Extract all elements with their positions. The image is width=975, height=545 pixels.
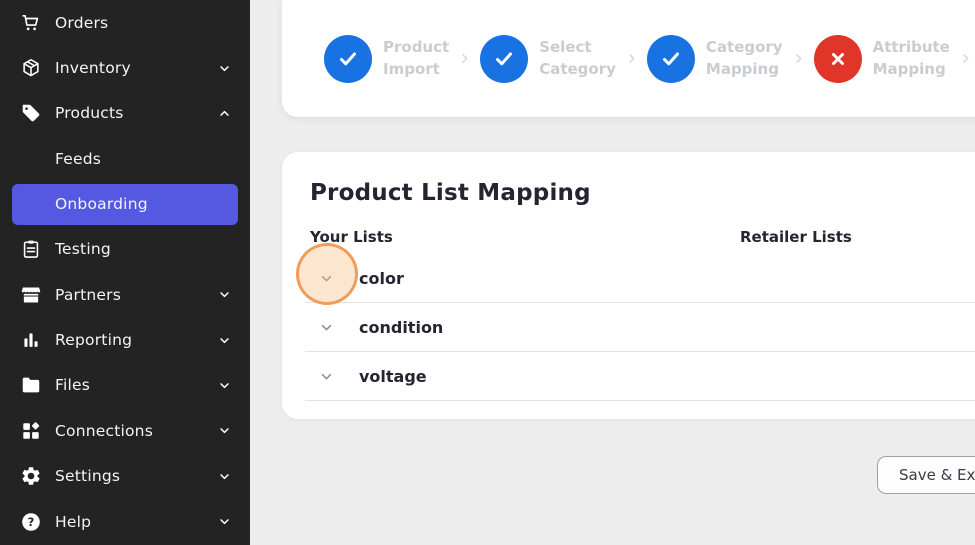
sidebar-item-label: Orders (55, 14, 108, 32)
gear-icon (19, 465, 42, 488)
folder-icon (19, 374, 42, 397)
check-icon (324, 35, 372, 83)
chevron-down-icon[interactable] (217, 469, 232, 484)
check-icon (647, 35, 695, 83)
sidebar-item-label: Testing (55, 240, 111, 258)
chevron-down-icon[interactable] (217, 378, 232, 393)
svg-text:?: ? (27, 515, 34, 529)
sidebar-item-label: Files (55, 376, 90, 394)
chevron-right-icon (792, 52, 805, 65)
sidebar-item-reporting[interactable]: Reporting (0, 317, 250, 362)
chevron-down-icon[interactable] (318, 368, 335, 385)
sidebar-item-partners[interactable]: Partners (0, 272, 250, 317)
chevron-down-icon[interactable] (217, 423, 232, 438)
tag-icon (19, 102, 42, 125)
wizard-stepper: Product Import Select Category Category … (282, 0, 975, 117)
sidebar-item-label: Help (55, 513, 91, 531)
sidebar-item-inventory[interactable]: Inventory (0, 45, 250, 90)
chevron-up-icon[interactable] (217, 106, 232, 121)
list-row-label: color (359, 269, 404, 288)
page-title: Product List Mapping (282, 180, 975, 206)
sidebar-item-label: Reporting (55, 331, 132, 349)
sidebar: Orders Inventory (0, 0, 250, 545)
chevron-right-icon (625, 52, 638, 65)
column-headers: Your Lists Retailer Lists (282, 228, 975, 248)
chevron-down-icon[interactable] (217, 61, 232, 76)
step-attribute-mapping[interactable]: Attribute Mapping (814, 35, 950, 83)
bar-chart-icon (19, 329, 42, 352)
step-select-category[interactable]: Select Category (480, 35, 616, 83)
sidebar-item-help[interactable]: ? Help (0, 499, 250, 544)
step-category-mapping[interactable]: Category Mapping (647, 35, 783, 83)
sidebar-item-testing[interactable]: Testing (0, 227, 250, 272)
step-label: Product Import (383, 37, 449, 81)
step-label: Attribute Mapping (873, 37, 950, 81)
app-screen: Orders Inventory (0, 0, 975, 545)
sidebar-item-label: Connections (55, 422, 153, 440)
x-icon (814, 35, 862, 83)
sidebar-item-orders[interactable]: Orders (0, 0, 250, 45)
step-product-import[interactable]: Product Import (324, 35, 449, 83)
sidebar-item-label: Products (55, 104, 124, 122)
chevron-down-icon[interactable] (318, 319, 335, 336)
cart-icon (19, 11, 42, 34)
chevron-down-icon[interactable] (217, 287, 232, 302)
help-icon: ? (19, 510, 42, 533)
sidebar-item-label: Settings (55, 467, 120, 485)
chevron-down-icon[interactable] (318, 270, 335, 287)
chevron-right-icon (959, 52, 972, 65)
chevron-right-icon (458, 52, 471, 65)
step-label: Category Mapping (706, 37, 783, 81)
sidebar-item-products[interactable]: Products (0, 91, 250, 136)
widgets-icon (19, 419, 42, 442)
list-row-label: condition (359, 318, 443, 337)
save-exit-button[interactable]: Save & Exit (877, 456, 975, 494)
sidebar-item-label: Inventory (55, 59, 131, 77)
sidebar-item-connections[interactable]: Connections (0, 408, 250, 453)
list-row-voltage[interactable]: voltage (305, 352, 975, 401)
clipboard-icon (19, 238, 42, 261)
product-list-mapping-panel: Product List Mapping Your Lists Retailer… (282, 152, 975, 419)
mapping-rows: color condition voltage (282, 254, 975, 401)
sidebar-item-settings[interactable]: Settings (0, 454, 250, 499)
chevron-down-icon[interactable] (217, 333, 232, 348)
sidebar-item-files[interactable]: Files (0, 363, 250, 408)
sidebar-item-onboarding[interactable]: Onboarding (12, 184, 238, 225)
storefront-icon (19, 283, 42, 306)
chevron-down-icon[interactable] (217, 514, 232, 529)
step-label: Select Category (539, 37, 616, 81)
sidebar-item-label: Feeds (55, 150, 101, 168)
sidebar-item-label: Onboarding (55, 195, 148, 213)
list-row-condition[interactable]: condition (305, 303, 975, 352)
check-icon (480, 35, 528, 83)
list-row-label: voltage (359, 367, 427, 386)
box-icon (19, 57, 42, 80)
sidebar-item-feeds[interactable]: Feeds (0, 136, 250, 181)
sidebar-item-label: Partners (55, 286, 121, 304)
list-row-color[interactable]: color (305, 254, 975, 303)
your-lists-header: Your Lists (310, 228, 393, 246)
retailer-lists-header: Retailer Lists (740, 228, 852, 246)
